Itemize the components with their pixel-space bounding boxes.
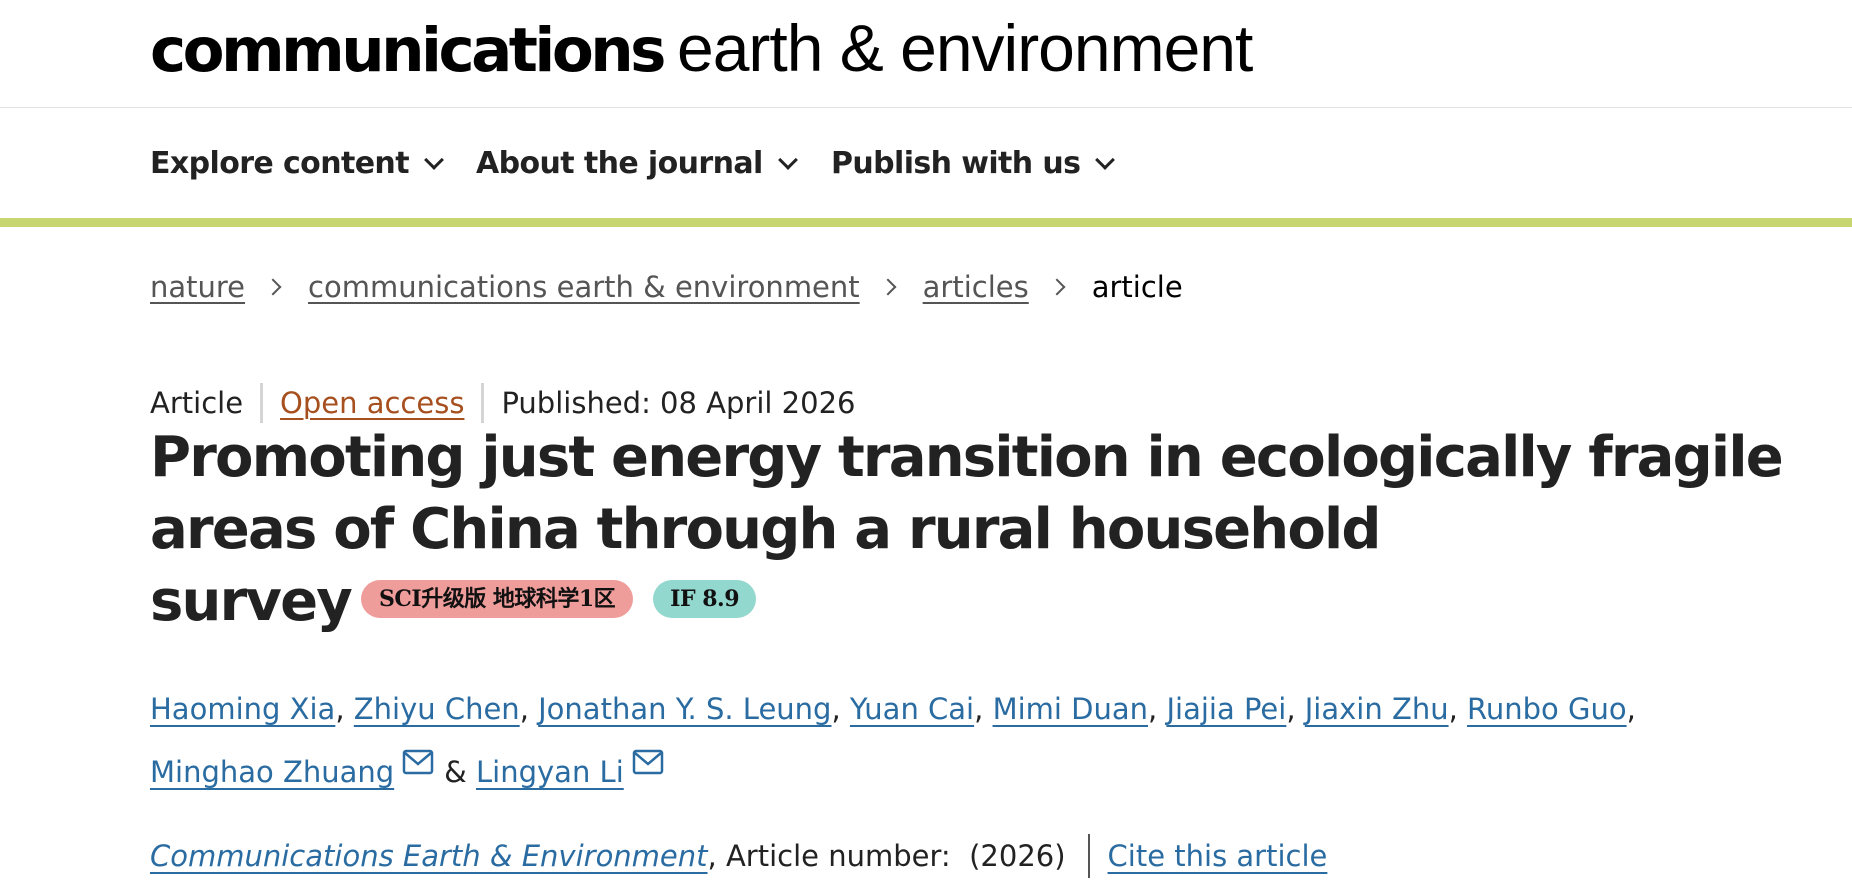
journal-link[interactable]: Communications Earth & Environment [150,839,708,873]
author-row-2: Minghao Zhuang & Lingyan Li [150,741,1750,804]
chevron-right-icon [1048,278,1066,296]
article-title-line-2: areas of China through a rural household [150,497,1382,562]
author-link[interactable]: Mimi Duan [993,692,1148,726]
nav-about-the-journal[interactable]: About the journal [476,146,798,181]
citation-line: Communications Earth & Environment , Art… [150,834,1327,878]
nav-publish-with-us[interactable]: Publish with us [831,146,1116,181]
author-link[interactable]: Jonathan Y. S. Leung [538,692,831,726]
sci-rank-badge: SCI升级版 地球科学1区 [361,579,634,618]
author-link[interactable]: Yuan Cai [850,692,974,726]
nav-explore-content[interactable]: Explore content [150,146,444,181]
author-separator: , [335,692,345,726]
breadcrumb: nature communications earth & environmen… [150,270,1183,304]
citation-divider [1087,834,1090,878]
breadcrumb-link-journal[interactable]: communications earth & environment [308,270,860,304]
nav-publish-with-us-label: Publish with us [831,146,1081,181]
nav-explore-content-label: Explore content [150,146,410,181]
author-separator: , [1148,692,1158,726]
author-separator: , [831,692,841,726]
breadcrumb-link-nature[interactable]: nature [150,270,245,304]
open-access-link[interactable]: Open access [280,386,464,420]
author-separator: , [974,692,984,726]
author-separator: , [1286,692,1296,726]
author-link[interactable]: Minghao Zhuang [150,755,394,789]
article-number: , Article number: (2026) [707,839,1066,873]
article-title-line-3-wrap: survey SCI升级版 地球科学1区 IF 8.9 [150,566,1710,638]
mail-icon[interactable] [632,749,664,775]
author-link[interactable]: Runbo Guo [1467,692,1627,726]
breadcrumb-link-articles[interactable]: articles [923,270,1029,304]
author-row-1: Haoming Xia, Zhiyu Chen, Jonathan Y. S. … [150,678,1750,741]
article-title-line-3: survey [150,569,353,634]
author-link[interactable]: Jiajia Pei [1166,692,1286,726]
breadcrumb-current: article [1091,270,1183,304]
nav-about-the-journal-label: About the journal [476,146,763,181]
author-link[interactable]: Zhiyu Chen [354,692,520,726]
author-separator: , [1448,692,1458,726]
article-title: Promoting just energy transition in ecol… [150,422,1784,638]
article-type: Article [150,386,244,420]
author-link[interactable]: Lingyan Li [476,755,624,789]
chevron-down-icon [1095,149,1116,170]
logo-bold-text: communications [150,15,667,86]
site-header: communications earth & environment [0,0,1852,108]
logo-light-text: earth & environment [677,11,1253,85]
author-and: & [444,755,467,789]
main-nav: Explore content About the journal Publis… [0,108,1852,227]
author-link[interactable]: Haoming Xia [150,692,335,726]
author-separator: , [1626,692,1636,726]
author-list: Haoming Xia, Zhiyu Chen, Jonathan Y. S. … [150,678,1750,804]
article-meta: Article Open access Published: 08 April … [150,383,856,423]
article-title-line-1: Promoting just energy transition in ecol… [150,425,1784,490]
chevron-right-icon [879,278,897,296]
author-link[interactable]: Jiaxin Zhu [1305,692,1449,726]
meta-divider [481,383,485,423]
journal-logo[interactable]: communications earth & environment [150,10,1253,105]
mail-icon[interactable] [402,749,434,775]
meta-divider [260,383,264,423]
author-separator: , [519,692,529,726]
chevron-down-icon [777,149,798,170]
cite-this-article-link[interactable]: Cite this article [1108,839,1328,873]
impact-factor-badge: IF 8.9 [653,579,757,618]
chevron-down-icon [424,149,444,170]
published-date: Published: 08 April 2026 [501,386,856,420]
chevron-right-icon [264,278,282,296]
